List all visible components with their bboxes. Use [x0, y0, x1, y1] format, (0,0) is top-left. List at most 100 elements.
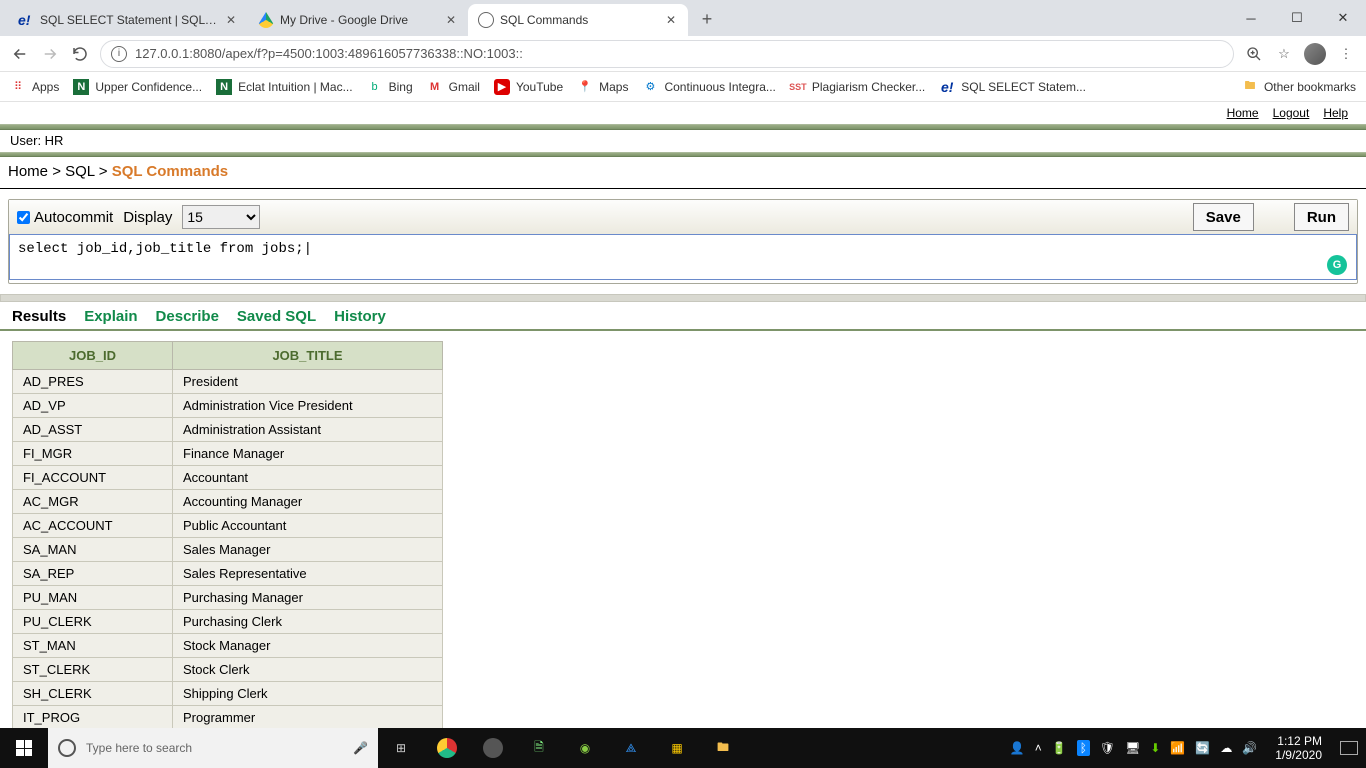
sticky-notes-icon[interactable]: ▦	[654, 728, 700, 768]
close-icon[interactable]: ✕	[444, 13, 458, 27]
home-link[interactable]: Home	[1227, 106, 1259, 120]
autocommit-checkbox[interactable]	[17, 211, 30, 224]
top-links: Home Logout Help	[0, 102, 1366, 124]
tab-title: My Drive - Google Drive	[280, 13, 438, 27]
utorrent-icon[interactable]: ⬇	[1150, 741, 1160, 755]
security-icon[interactable]: 🛡	[1100, 741, 1115, 755]
display-select[interactable]: 15	[182, 205, 260, 229]
forward-button[interactable]	[40, 44, 60, 64]
col-job-id[interactable]: JOB_ID	[13, 342, 173, 370]
taskbar-clock[interactable]: 1:12 PM 1/9/2020	[1267, 734, 1330, 762]
tab-results[interactable]: Results	[12, 308, 66, 325]
bookmark-icon: N	[216, 79, 232, 95]
menu-icon[interactable]: ⋮	[1336, 44, 1356, 64]
table-row: ST_MANStock Manager	[13, 634, 443, 658]
apps-icon: ⠿	[10, 79, 26, 95]
minimize-button[interactable]: ─	[1228, 0, 1274, 36]
new-tab-button[interactable]: +	[694, 6, 720, 32]
onedrive-icon[interactable]: ☁	[1220, 741, 1232, 755]
sync-icon[interactable]: 🔄	[1195, 741, 1210, 755]
cell-job-title: Sales Manager	[173, 538, 443, 562]
crumb-sql[interactable]: SQL	[65, 163, 94, 180]
browser-tab-2[interactable]: SQL Commands ✕	[468, 4, 688, 36]
volume-icon[interactable]: 🔊	[1242, 741, 1257, 755]
chrome-app-icon[interactable]	[424, 728, 470, 768]
bookmark-icon: N	[73, 79, 89, 95]
battery-icon[interactable]: 🔋	[1052, 741, 1067, 755]
table-row: ST_CLERKStock Clerk	[13, 658, 443, 682]
autocommit-label[interactable]: Autocommit	[17, 209, 113, 226]
android-studio-icon[interactable]: ◉	[562, 728, 608, 768]
bookmark-item[interactable]: ▶YouTube	[494, 79, 563, 95]
save-button[interactable]: Save	[1193, 203, 1254, 231]
reload-button[interactable]	[70, 44, 90, 64]
browser-toolbar: i 127.0.0.1:8080/apex/f?p=4500:1003:4896…	[0, 36, 1366, 72]
back-button[interactable]	[10, 44, 30, 64]
sql-command-panel: Autocommit Display 15 Save Run select jo…	[8, 199, 1358, 284]
cell-job-id: AC_ACCOUNT	[13, 514, 173, 538]
search-placeholder: Type here to search	[86, 741, 192, 755]
bookmark-item[interactable]: MGmail	[427, 79, 480, 95]
cortana-icon	[58, 739, 76, 757]
bookmark-bar: ⠿Apps NUpper Confidence... NEclat Intuit…	[0, 72, 1366, 102]
people-icon[interactable]: 👤	[1010, 741, 1025, 755]
notifications-icon[interactable]	[1340, 741, 1358, 755]
tab-explain[interactable]: Explain	[84, 308, 137, 325]
display-icon[interactable]: 🖥	[1125, 741, 1140, 755]
close-icon[interactable]: ✕	[224, 13, 238, 27]
mic-icon[interactable]: 🎤	[353, 741, 368, 755]
folder-icon: 🖿	[1242, 79, 1258, 95]
wifi-icon[interactable]: 📶	[1170, 741, 1185, 755]
crumb-home[interactable]: Home	[8, 163, 48, 180]
apps-button[interactable]: ⠿Apps	[10, 79, 59, 95]
file-explorer-icon[interactable]: 🖿	[700, 728, 746, 768]
cell-job-title: Programmer	[173, 706, 443, 729]
browser-tab-0[interactable]: e! SQL SELECT Statement | SQL SEL ✕	[8, 4, 248, 36]
tray-chevron-icon[interactable]: ˄	[1035, 741, 1042, 755]
bookmark-item[interactable]: e!SQL SELECT Statem...	[939, 79, 1086, 95]
grammarly-icon[interactable]: G	[1327, 255, 1347, 275]
tab-title: SQL SELECT Statement | SQL SEL	[40, 13, 218, 27]
bookmark-item[interactable]: NEclat Intuition | Mac...	[216, 79, 353, 95]
table-row: PU_CLERKPurchasing Clerk	[13, 610, 443, 634]
bookmark-item[interactable]: SSTPlagiarism Checker...	[790, 79, 925, 95]
other-bookmarks[interactable]: 🖿Other bookmarks	[1242, 79, 1356, 95]
results-pane: JOB_ID JOB_TITLE AD_PRESPresidentAD_VPAd…	[0, 331, 1366, 728]
bookmark-item[interactable]: ⚙Continuous Integra...	[642, 79, 775, 95]
table-row: PU_MANPurchasing Manager	[13, 586, 443, 610]
cell-job-id: IT_PROG	[13, 706, 173, 729]
maximize-button[interactable]: ☐	[1274, 0, 1320, 36]
task-view-button[interactable]: ⊞	[378, 728, 424, 768]
bookmark-item[interactable]: 📍Maps	[577, 79, 628, 95]
cell-job-title: Stock Manager	[173, 634, 443, 658]
tab-describe[interactable]: Describe	[156, 308, 219, 325]
zoom-icon[interactable]	[1244, 44, 1264, 64]
logout-link[interactable]: Logout	[1273, 106, 1310, 120]
crumb-sep: >	[99, 163, 108, 180]
result-tabs: Results Explain Describe Saved SQL Histo…	[0, 304, 1366, 331]
help-link[interactable]: Help	[1323, 106, 1348, 120]
close-icon[interactable]: ✕	[664, 13, 678, 27]
bookmark-item[interactable]: NUpper Confidence...	[73, 79, 202, 95]
chrome-canary-icon[interactable]	[470, 728, 516, 768]
vscode-icon[interactable]: ⟁	[608, 728, 654, 768]
col-job-title[interactable]: JOB_TITLE	[173, 342, 443, 370]
url-text: 127.0.0.1:8080/apex/f?p=4500:1003:489616…	[135, 46, 523, 61]
windows-taskbar: Type here to search 🎤 ⊞ 🗎 ◉ ⟁ ▦ 🖿 👤 ˄ 🔋 …	[0, 728, 1366, 768]
star-icon[interactable]: ☆	[1274, 44, 1294, 64]
close-window-button[interactable]: ✕	[1320, 0, 1366, 36]
tab-saved-sql[interactable]: Saved SQL	[237, 308, 316, 325]
address-bar[interactable]: i 127.0.0.1:8080/apex/f?p=4500:1003:4896…	[100, 40, 1234, 68]
tab-history[interactable]: History	[334, 308, 386, 325]
profile-avatar[interactable]	[1304, 43, 1326, 65]
run-button[interactable]: Run	[1294, 203, 1349, 231]
browser-tab-1[interactable]: My Drive - Google Drive ✕	[248, 4, 468, 36]
sql-input[interactable]: select job_id,job_title from jobs;|	[9, 234, 1357, 280]
taskbar-search[interactable]: Type here to search 🎤	[48, 728, 378, 768]
cell-job-id: SA_REP	[13, 562, 173, 586]
notepadpp-icon[interactable]: 🗎	[516, 728, 562, 768]
start-button[interactable]	[0, 740, 48, 756]
bookmark-item[interactable]: bBing	[367, 79, 413, 95]
site-info-icon[interactable]: i	[111, 46, 127, 62]
bluetooth-icon[interactable]: ᛒ	[1077, 740, 1090, 756]
